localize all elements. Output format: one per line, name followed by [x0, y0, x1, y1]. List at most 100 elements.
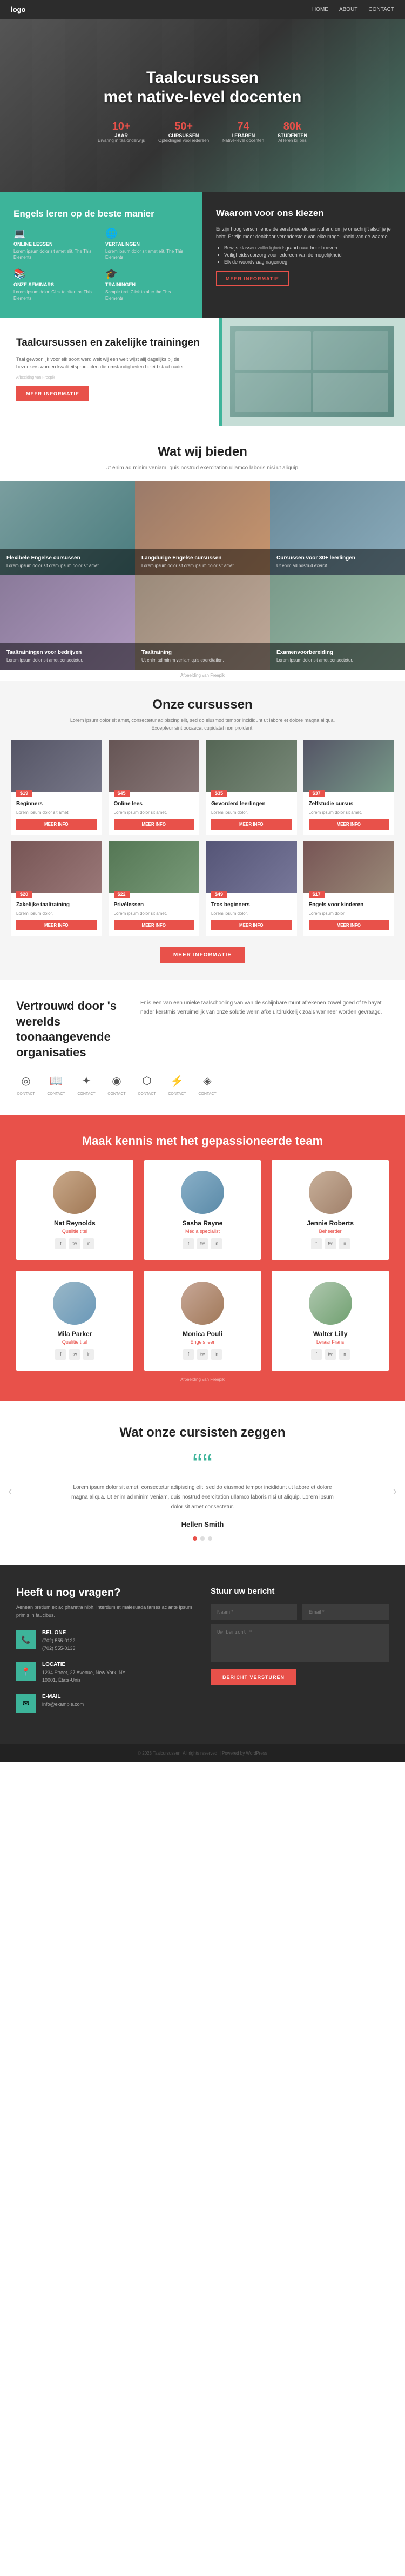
social-icon-f[interactable]: f — [55, 1238, 66, 1249]
engels-col: Engels leren op de beste manier 💻ONLINE … — [0, 192, 202, 318]
testimonial-dot[interactable] — [193, 1536, 197, 1541]
logo-item: ◎ CONTACT — [16, 1071, 36, 1096]
offer-item-desc: Lorem ipsum dolor sit amet consectetur. — [6, 657, 129, 663]
contact-item-line: info@example.com — [42, 1701, 84, 1709]
feature-item: 🎓TRAININGENSample text. Click to alter t… — [105, 268, 189, 301]
feature-icon: 🌐 — [105, 228, 189, 239]
contact-title: Heeft u nog vragen? — [16, 1587, 194, 1599]
course-title: Tros beginners — [211, 901, 292, 908]
nav-link-contact[interactable]: CONTACT — [368, 6, 394, 12]
courses-grid: $19 Beginners Lorem ipsum dolor sit amet… — [11, 740, 394, 936]
waarom-bullet: Bewijs klassen volledigheidsgraad naar h… — [224, 245, 392, 251]
social-icon-tw[interactable]: tw — [69, 1349, 80, 1360]
course-info: Zakelijke taaltraining Lorem ipsum dolor… — [11, 893, 102, 936]
course-info: Privélessen Lorem ipsum dolor sit amet. … — [109, 893, 200, 936]
social-icon-in[interactable]: in — [211, 1349, 222, 1360]
testimonial-arrow-left[interactable]: ‹ — [8, 1484, 12, 1498]
contact-item-line: 1234 Street, 27 Avenue, New York, NY — [42, 1669, 125, 1677]
testimonial-dot[interactable] — [208, 1536, 212, 1541]
stat-num: 10+ — [98, 120, 145, 133]
engels-title: Engels leren op de beste manier — [14, 208, 189, 220]
offer-item-title: Taaltrainingen voor bedrijven — [6, 650, 129, 656]
form-email-input[interactable] — [302, 1604, 389, 1620]
course-badge: $45 — [114, 790, 130, 797]
social-icon-tw[interactable]: tw — [325, 1349, 336, 1360]
social-icon-tw[interactable]: tw — [69, 1238, 80, 1249]
trust-flex: Vertrouwd door 's werelds toonaangevende… — [16, 999, 389, 1060]
course-btn[interactable]: MEER INFO — [114, 819, 194, 830]
courses-more-btn[interactable]: MEER INFORMATIE — [160, 947, 245, 963]
course-card: $22 Privélessen Lorem ipsum dolor sit am… — [109, 841, 200, 936]
course-img: $22 — [109, 841, 200, 893]
hero-stats: 10+JaarErvaring in taalonderwijs50+Cursu… — [98, 120, 307, 143]
course-desc: Lorem ipsum dolor. — [211, 911, 292, 916]
offer-item-title: Langdurige Engelse cursussen — [141, 555, 264, 561]
course-btn[interactable]: MEER INFO — [114, 920, 194, 930]
waarom-btn[interactable]: MEER INFORMATIE — [216, 271, 289, 286]
social-icon-f[interactable]: f — [183, 1238, 194, 1249]
course-btn[interactable]: MEER INFO — [16, 819, 97, 830]
course-btn[interactable]: MEER INFO — [16, 920, 97, 930]
course-btn[interactable]: MEER INFO — [211, 920, 292, 930]
social-icon-tw[interactable]: tw — [197, 1349, 208, 1360]
nav-link-home[interactable]: HOME — [312, 6, 328, 12]
team-role: Média specialist — [155, 1229, 251, 1234]
feature-item: 📚ONZE SEMINARSLorem ipsum dolor. Click t… — [14, 268, 97, 301]
form-message-input[interactable] — [211, 1624, 389, 1662]
form-submit-btn[interactable]: BERICHT VERSTUREN — [211, 1669, 296, 1685]
contact-item: 📞 BEL ONE (702) 555-0122(702) 555-0133 — [16, 1630, 194, 1652]
course-card: $45 Online lees Lorem ipsum dolor sit am… — [109, 740, 200, 835]
course-card: $17 Engels voor kinderen Lorem ipsum dol… — [303, 841, 395, 936]
social-icon-in[interactable]: in — [211, 1238, 222, 1249]
social-icon-tw[interactable]: tw — [325, 1238, 336, 1249]
contact-item-label: LOCATIE — [42, 1662, 125, 1668]
trust-section: Vertrouwd door 's werelds toonaangevende… — [0, 980, 405, 1115]
social-icon-in[interactable]: in — [83, 1238, 94, 1249]
testimonial-arrow-right[interactable]: › — [393, 1484, 397, 1498]
social-icon-f[interactable]: f — [311, 1349, 322, 1360]
social-icon-f[interactable]: f — [183, 1349, 194, 1360]
waarom-col: Waarom voor ons kiezen Er zijn hoog vers… — [202, 192, 405, 318]
navbar: logo HOMEABOUTCONTACT — [0, 0, 405, 19]
social-icon-f[interactable]: f — [311, 1238, 322, 1249]
social-icon-f[interactable]: f — [55, 1349, 66, 1360]
logo-item: ✦ CONTACT — [77, 1071, 96, 1096]
course-card: $19 Beginners Lorem ipsum dolor sit amet… — [11, 740, 102, 835]
nav-link-about[interactable]: ABOUT — [339, 6, 357, 12]
course-info: Zelfstudie cursus Lorem ipsum dolor sit … — [303, 792, 395, 835]
stat-num: 80k — [278, 120, 307, 133]
logo-icon: 📖 — [46, 1071, 66, 1090]
trust-right: Er is een van een unieke taalschooling v… — [140, 999, 389, 1017]
social-icon-in[interactable]: in — [83, 1349, 94, 1360]
team-role: Quelitie titel — [27, 1339, 123, 1345]
social-icon-tw[interactable]: tw — [197, 1238, 208, 1249]
social-icon-in[interactable]: in — [339, 1238, 350, 1249]
contact-item-line: (702) 555-0122 — [42, 1637, 76, 1645]
stat-desc: Opleidingen voor iedereen — [158, 138, 209, 143]
offer-item-desc: Lorem ipsum dolor sit amet consectetur. — [276, 657, 399, 663]
waarom-list: Bewijs klassen volledigheidsgraad naar h… — [216, 245, 392, 265]
team-role: Leraar Frans — [282, 1339, 378, 1345]
contact-item-label: BEL ONE — [42, 1630, 76, 1636]
offer-overlay: Cursussen voor 30+ leerlingen Ut enim ad… — [270, 549, 405, 575]
hero-section: Taalcursussen met native-level docenten … — [0, 19, 405, 192]
team-social-row: ftwin — [282, 1238, 378, 1249]
biz-btn[interactable]: MEER INFORMATIE — [16, 386, 89, 401]
form-name-input[interactable] — [211, 1604, 297, 1620]
logo-item: ◈ CONTACT — [198, 1071, 217, 1096]
contact-icon-wrap: ✉ — [16, 1694, 36, 1713]
course-title: Online lees — [114, 800, 194, 807]
testimonial-dot[interactable] — [200, 1536, 205, 1541]
course-info: Online lees Lorem ipsum dolor sit amet. … — [109, 792, 200, 835]
social-icon-in[interactable]: in — [339, 1349, 350, 1360]
contact-item-text: BEL ONE (702) 555-0122(702) 555-0133 — [42, 1630, 76, 1652]
course-btn[interactable]: MEER INFO — [211, 819, 292, 830]
course-img: $19 — [11, 740, 102, 792]
offer-item-title: Flexibele Engelse cursussen — [6, 555, 129, 561]
course-btn[interactable]: MEER INFO — [309, 920, 389, 930]
team-card: Sasha Rayne Média specialist ftwin — [144, 1160, 261, 1260]
contact-grid: Heeft u nog vragen? Aenean pretium ex ac… — [16, 1587, 389, 1723]
team-name: Monica Pouli — [155, 1330, 251, 1338]
stat-desc: Native-level docenten — [222, 138, 264, 143]
course-btn[interactable]: MEER INFO — [309, 819, 389, 830]
